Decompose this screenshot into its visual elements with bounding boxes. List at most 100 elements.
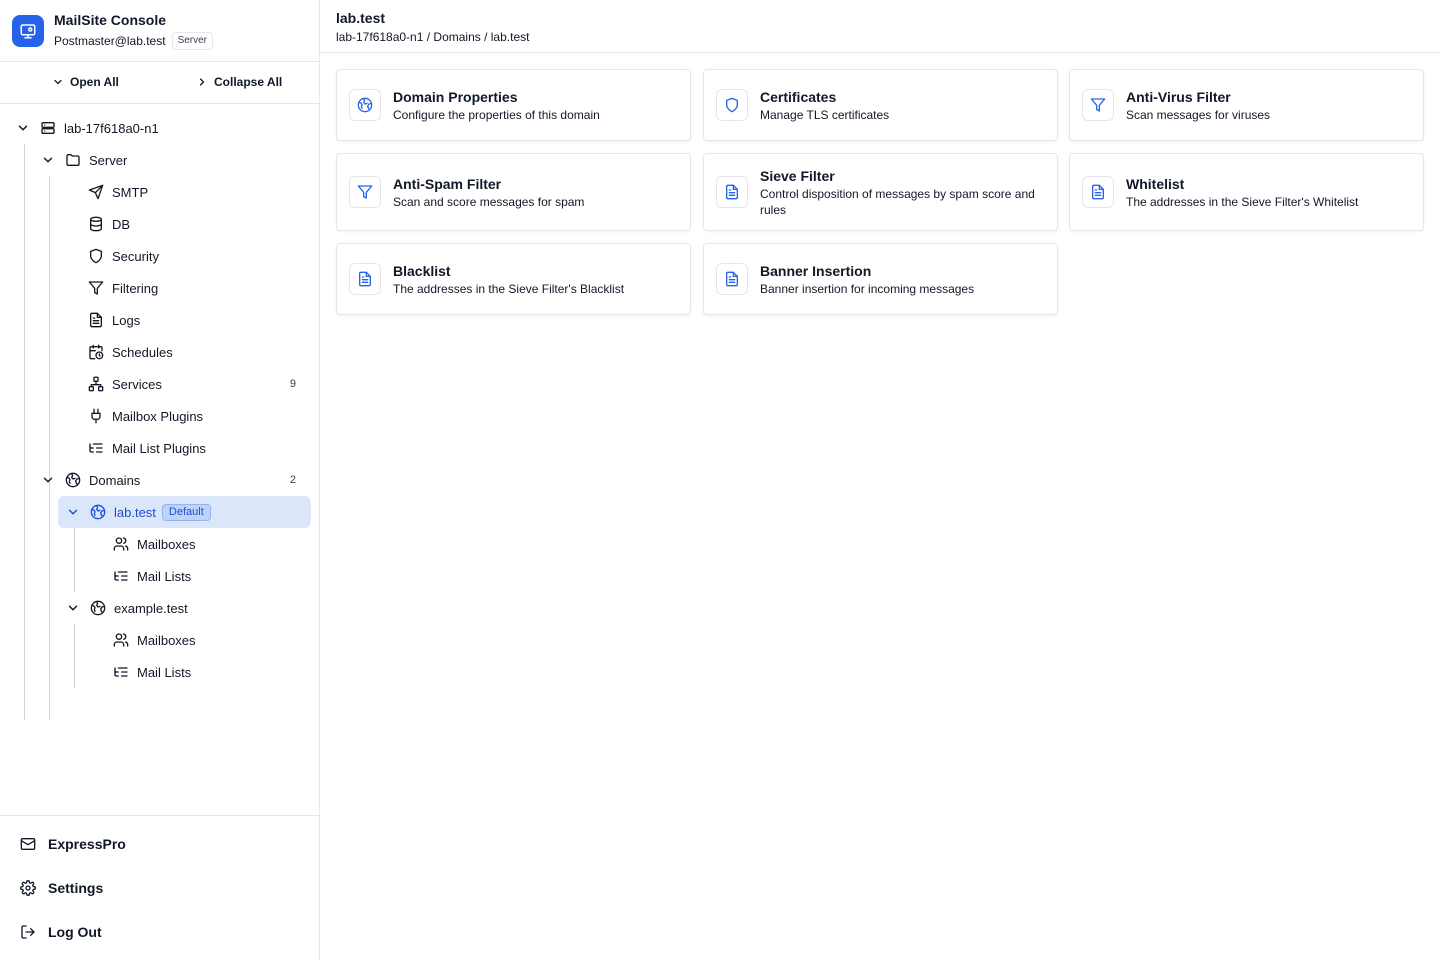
- tree-item-example-test-mailboxes[interactable]: Mailboxes: [113, 624, 312, 656]
- card-title: Blacklist: [393, 262, 451, 279]
- tree-item-lab-test-mailboxes[interactable]: Mailboxes: [113, 528, 312, 560]
- tree-guide-line: [74, 624, 75, 688]
- card-whitelist[interactable]: Whitelist The addresses in the Sieve Fil…: [1069, 153, 1424, 231]
- tree-item-label: Mail Lists: [137, 664, 192, 680]
- tree-item-services[interactable]: Services 9: [88, 368, 312, 400]
- current-user: Postmaster@lab.test: [54, 34, 166, 48]
- role-badge: Server: [171, 32, 214, 50]
- chevron-down-icon: [68, 509, 78, 515]
- chevron-right-icon: [199, 78, 205, 86]
- tree-item-label: Mailboxes: [137, 536, 196, 552]
- send-icon: [88, 184, 104, 200]
- database-icon: [90, 216, 102, 232]
- tree-item-label: Mail Lists: [137, 568, 192, 584]
- open-all-label: Open All: [70, 75, 119, 89]
- shield-icon: [90, 248, 102, 264]
- tree-item-lab-test-mail-lists[interactable]: Mail Lists: [113, 560, 312, 592]
- document-icon: [90, 312, 102, 328]
- card-certificates[interactable]: Certificates Manage TLS certificates: [703, 69, 1058, 141]
- card-title: Domain Properties: [393, 88, 518, 105]
- card-title: Sieve Filter: [760, 167, 835, 184]
- document-icon: [716, 263, 748, 295]
- logout-icon: [21, 925, 35, 939]
- card-blacklist[interactable]: Blacklist The addresses in the Sieve Fil…: [336, 243, 691, 315]
- tree-item-server[interactable]: Server: [41, 144, 312, 176]
- tree-item-label: Filtering: [112, 280, 159, 296]
- chevron-down-icon: [54, 79, 62, 85]
- open-all-button[interactable]: Open All: [52, 75, 119, 89]
- tree-item-mail-list-plugins[interactable]: Mail List Plugins: [88, 432, 312, 464]
- server-icon: [41, 122, 55, 134]
- tree-item-label: Logs: [112, 312, 141, 328]
- shield-icon: [716, 89, 748, 121]
- card-sieve-filter[interactable]: Sieve Filter Control disposition of mess…: [703, 153, 1058, 231]
- tree-item-label: Server: [89, 152, 128, 168]
- list-tree-icon: [89, 443, 103, 453]
- tree-item-schedules[interactable]: Schedules: [88, 336, 312, 368]
- expresspro-label: ExpressPro: [48, 836, 126, 852]
- chevron-down-icon: [68, 605, 78, 611]
- document-icon: [349, 263, 381, 295]
- logout-link[interactable]: Log Out: [20, 924, 102, 940]
- settings-link[interactable]: Settings: [20, 880, 103, 896]
- tree-item-label: SMTP: [112, 184, 149, 200]
- breadcrumb: lab-17f618a0-n1 / Domains / lab.test: [336, 30, 530, 44]
- users-icon: [113, 633, 129, 647]
- sidebar: MailSite Console Postmaster@lab.test Ser…: [0, 0, 320, 960]
- card-title: Banner Insertion: [760, 262, 872, 279]
- card-domain-properties[interactable]: Domain Properties Configure the properti…: [336, 69, 691, 141]
- tree-guide-line: [74, 528, 75, 592]
- tree-item-label: Services: [112, 376, 162, 392]
- tree-item-label: Domains: [89, 472, 141, 488]
- card-banner-insertion[interactable]: Banner Insertion Banner insertion for in…: [703, 243, 1058, 315]
- card-anti-virus-filter[interactable]: Anti-Virus Filter Scan messages for viru…: [1069, 69, 1424, 141]
- tree-item-filtering[interactable]: Filtering: [88, 272, 312, 304]
- chevron-down-icon: [43, 157, 53, 163]
- chevron-down-icon: [43, 477, 53, 483]
- card-description: Manage TLS certificates: [760, 107, 890, 122]
- card-description: Banner insertion for incoming messages: [760, 281, 975, 296]
- list-tree-icon: [114, 571, 128, 581]
- document-icon: [716, 176, 748, 208]
- tree-item-mailbox-plugins[interactable]: Mailbox Plugins: [88, 400, 312, 432]
- logout-label: Log Out: [48, 924, 102, 940]
- calendar-clock-icon: [89, 344, 104, 360]
- tree-item-label: Mailbox Plugins: [112, 408, 204, 424]
- globe-icon: [65, 472, 81, 488]
- tree-toolbar: Open All Collapse All: [0, 62, 319, 104]
- tree-item-example-test-mail-lists[interactable]: Mail Lists: [113, 656, 312, 688]
- tree-item-label: Security: [112, 248, 159, 264]
- tree-item-label: DB: [112, 216, 131, 232]
- expresspro-link[interactable]: ExpressPro: [20, 836, 126, 852]
- settings-label: Settings: [48, 880, 104, 896]
- tree-item-example-test[interactable]: example.test: [66, 592, 312, 624]
- tree-item-lab-test[interactable]: lab.test Default: [58, 496, 311, 528]
- card-anti-spam-filter[interactable]: Anti-Spam Filter Scan and score messages…: [336, 153, 691, 231]
- tree-item-db[interactable]: DB: [88, 208, 312, 240]
- mail-icon: [20, 838, 36, 850]
- globe-icon: [349, 89, 381, 121]
- default-badge: Default: [161, 503, 211, 521]
- tree-item-smtp[interactable]: SMTP: [88, 176, 312, 208]
- filter-icon: [349, 176, 381, 208]
- folder-icon: [66, 154, 80, 166]
- collapse-all-button[interactable]: Collapse All: [196, 75, 282, 89]
- tree-item-security[interactable]: Security: [88, 240, 312, 272]
- users-icon: [113, 537, 129, 551]
- main-content: lab.test lab-17f618a0-n1 / Domains / lab…: [320, 0, 1440, 960]
- card-title: Anti-Spam Filter: [393, 175, 502, 192]
- tree-item-root[interactable]: lab-17f618a0-n1: [16, 112, 312, 144]
- monitor-gear-icon: [12, 14, 44, 47]
- app-title: MailSite Console: [54, 12, 167, 28]
- tree-guide-line: [49, 176, 50, 720]
- page-header: lab.test lab-17f618a0-n1 / Domains / lab…: [320, 0, 1440, 53]
- filter-icon: [88, 281, 104, 295]
- chevron-down-icon: [18, 125, 28, 131]
- tree-item-label: Mail List Plugins: [112, 440, 206, 456]
- card-title: Certificates: [760, 88, 837, 105]
- tree-item-domains[interactable]: Domains 2: [41, 464, 312, 496]
- tree-item-logs[interactable]: Logs: [88, 304, 312, 336]
- tree-item-label: lab.test: [114, 504, 156, 520]
- plug-icon: [91, 408, 101, 424]
- tree-item-label: Schedules: [112, 344, 173, 360]
